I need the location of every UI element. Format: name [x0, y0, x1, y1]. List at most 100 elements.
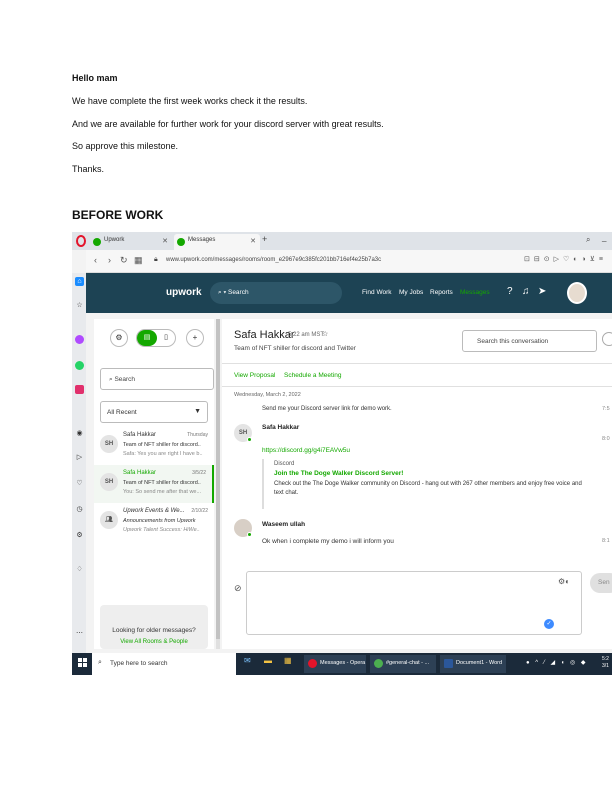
- link-preview-card[interactable]: Discord Join the The Doge Walker Discord…: [262, 459, 582, 509]
- grammarly-icon[interactable]: ✓: [544, 619, 554, 629]
- minimize-icon[interactable]: _: [602, 233, 606, 242]
- avatar[interactable]: [567, 282, 587, 304]
- bulb-icon[interactable]: ♢: [75, 565, 84, 574]
- search-placeholder: Search: [114, 376, 136, 383]
- task-label: Document1 - Word: [456, 660, 503, 666]
- greeting: Hello mam: [72, 73, 118, 83]
- extensions-icon[interactable]: ⚙: [75, 531, 84, 540]
- conversation-preview: Safa: Yes you are right I have b..: [123, 451, 203, 457]
- nav-messages[interactable]: Messages: [460, 289, 490, 296]
- tab-label: Upwork: [104, 237, 125, 243]
- forward-icon[interactable]: ›: [108, 255, 111, 265]
- view-proposal-link[interactable]: View Proposal: [234, 372, 275, 379]
- embedded-screenshot: Upwork ✕ Messages ✕ + ⌕ _ ‹ › ↻ ▦ 🔒︎ www…: [72, 232, 612, 675]
- emoji-icon[interactable]: ⚙◐: [558, 577, 570, 586]
- history-icon[interactable]: ◷: [75, 505, 84, 514]
- nav-my-jobs[interactable]: My Jobs: [399, 289, 423, 296]
- conversation-date: Thursday: [187, 432, 208, 438]
- online-status-icon: [247, 437, 252, 442]
- bell-icon[interactable]: ♫: [522, 286, 530, 297]
- close-icon[interactable]: ✕: [162, 237, 168, 245]
- upwork-favicon-icon: [177, 238, 185, 246]
- nav-find-work[interactable]: Find Work: [362, 289, 392, 296]
- schedule-meeting-link[interactable]: Schedule a Meeting: [284, 372, 341, 379]
- date-divider: Wednesday, March 2, 2022: [234, 392, 301, 398]
- scrollbar-thumb[interactable]: [216, 319, 220, 639]
- header-search[interactable]: ⌕ ▾ Search: [210, 282, 342, 304]
- chrome-icon: [374, 659, 383, 668]
- conversation-preview: Upwork Talent Success: HiWe..: [123, 527, 200, 533]
- nav-reports[interactable]: Reports: [430, 289, 453, 296]
- list-item[interactable]: SH Safa Hakkar Thursday Team of NFT shil…: [94, 427, 214, 465]
- more-icon[interactable]: ⋯: [75, 629, 84, 638]
- opera-icon: [308, 659, 317, 668]
- taskbar-task-opera[interactable]: Messages - Opera: [304, 655, 366, 673]
- help-icon[interactable]: ?: [507, 286, 513, 297]
- view-all-rooms-link[interactable]: View All Rooms & People: [100, 639, 208, 645]
- star-icon[interactable]: ☆: [322, 330, 328, 338]
- new-tab-icon[interactable]: +: [262, 234, 267, 244]
- filter-select[interactable]: All Recent ▼: [100, 401, 208, 423]
- home-icon[interactable]: ⌂: [75, 277, 84, 286]
- system-tray[interactable]: ● ^ ⁄ ◢ ◖ ◎ ◆: [526, 659, 588, 666]
- search-icon: ⌕: [98, 659, 102, 666]
- opera-logo-icon[interactable]: [76, 235, 86, 247]
- body-line-3: So approve this milestone.: [72, 141, 179, 151]
- tab-messages[interactable]: Messages ✕: [174, 234, 260, 250]
- taskbar-search-input[interactable]: ⌕ Type here to search: [92, 653, 236, 675]
- paperclip-icon[interactable]: ⊘: [234, 583, 242, 594]
- scrollbar[interactable]: [216, 319, 220, 649]
- settings-gear-icon[interactable]: ⚙: [110, 329, 128, 347]
- message-text: Send me your Discord server link for dem…: [262, 406, 392, 412]
- conversation-name: Upwork Events & We...: [123, 508, 185, 514]
- conversation-search-input[interactable]: ⌕ Search: [100, 368, 214, 390]
- message-time: 7:5: [602, 406, 610, 412]
- instagram-icon[interactable]: [75, 385, 84, 394]
- messenger-icon[interactable]: [75, 335, 84, 344]
- conversation-title: Team of NFT shiller for discord..: [123, 442, 201, 448]
- player-icon[interactable]: ◉: [75, 429, 84, 438]
- view-toggle[interactable]: ▤ ▯: [136, 329, 176, 347]
- send-button[interactable]: Sen: [590, 573, 612, 593]
- task-label: #general-chat - ...: [386, 660, 430, 666]
- older-messages-text: Looking for older messages?: [112, 627, 196, 634]
- chat-subtitle: Team of NFT shiller for discord and Twit…: [234, 345, 356, 352]
- close-icon[interactable]: ✕: [250, 237, 256, 245]
- list-item[interactable]: SH Safa Hakkar 3/5/22 Team of NFT shille…: [94, 465, 214, 503]
- upwork-logo[interactable]: upwork: [166, 287, 202, 298]
- url-field[interactable]: www.upwork.com/messages/rooms/room_e2967…: [166, 257, 381, 263]
- whatsapp-icon[interactable]: [75, 361, 84, 370]
- taskbar-clock[interactable]: 5:2 3/1: [602, 656, 609, 669]
- chat-action-bar: View Proposal Schedule a Meeting: [222, 363, 612, 387]
- message-sender: Safa Hakkar: [262, 424, 300, 431]
- tab-upwork[interactable]: Upwork ✕: [90, 234, 172, 250]
- reload-icon[interactable]: ↻: [120, 255, 128, 266]
- grid-icon[interactable]: ▦: [134, 255, 143, 266]
- star-icon[interactable]: ☆: [75, 301, 84, 310]
- extension-icons[interactable]: ⊡⊟⊙▷♡◐◑⊻≡: [524, 255, 607, 263]
- conversation-date: 3/5/22: [192, 470, 206, 476]
- message-composer[interactable]: [246, 571, 582, 635]
- upwork-favicon-icon: [93, 238, 101, 246]
- mail-icon[interactable]: ✉: [244, 656, 254, 670]
- calendar-icon[interactable]: ▦: [284, 656, 294, 670]
- list-item[interactable]: 👥︎ Upwork Events & We... 2/10/22 Announc…: [94, 503, 214, 541]
- taskbar-task-word[interactable]: Document1 - Word: [440, 655, 506, 673]
- heart-icon[interactable]: ♡: [75, 479, 84, 488]
- add-icon[interactable]: +: [186, 329, 204, 347]
- conversation-search-input[interactable]: Search this conversation: [462, 330, 597, 352]
- send-icon[interactable]: ➤: [538, 286, 546, 297]
- header-search-label: Search: [227, 289, 249, 296]
- flow-icon[interactable]: ▷: [75, 453, 84, 462]
- search-tabs-icon[interactable]: ⌕: [586, 235, 590, 245]
- back-icon[interactable]: ‹: [94, 255, 97, 265]
- preview-description: Check out the The Doge Walker community …: [274, 481, 582, 496]
- taskbar-task-chrome[interactable]: #general-chat - ...: [370, 655, 436, 673]
- group-icon: 👥︎: [100, 511, 118, 529]
- file-explorer-icon[interactable]: ▬: [264, 656, 274, 670]
- windows-start-icon[interactable]: [78, 658, 88, 668]
- chat-view-icon[interactable]: ▤: [137, 330, 157, 346]
- pin-icon[interactable]: [602, 332, 612, 346]
- discord-invite-link[interactable]: https://discord.gg/g4i7EAVw5u: [262, 447, 350, 454]
- list-view-icon[interactable]: ▯: [157, 330, 175, 346]
